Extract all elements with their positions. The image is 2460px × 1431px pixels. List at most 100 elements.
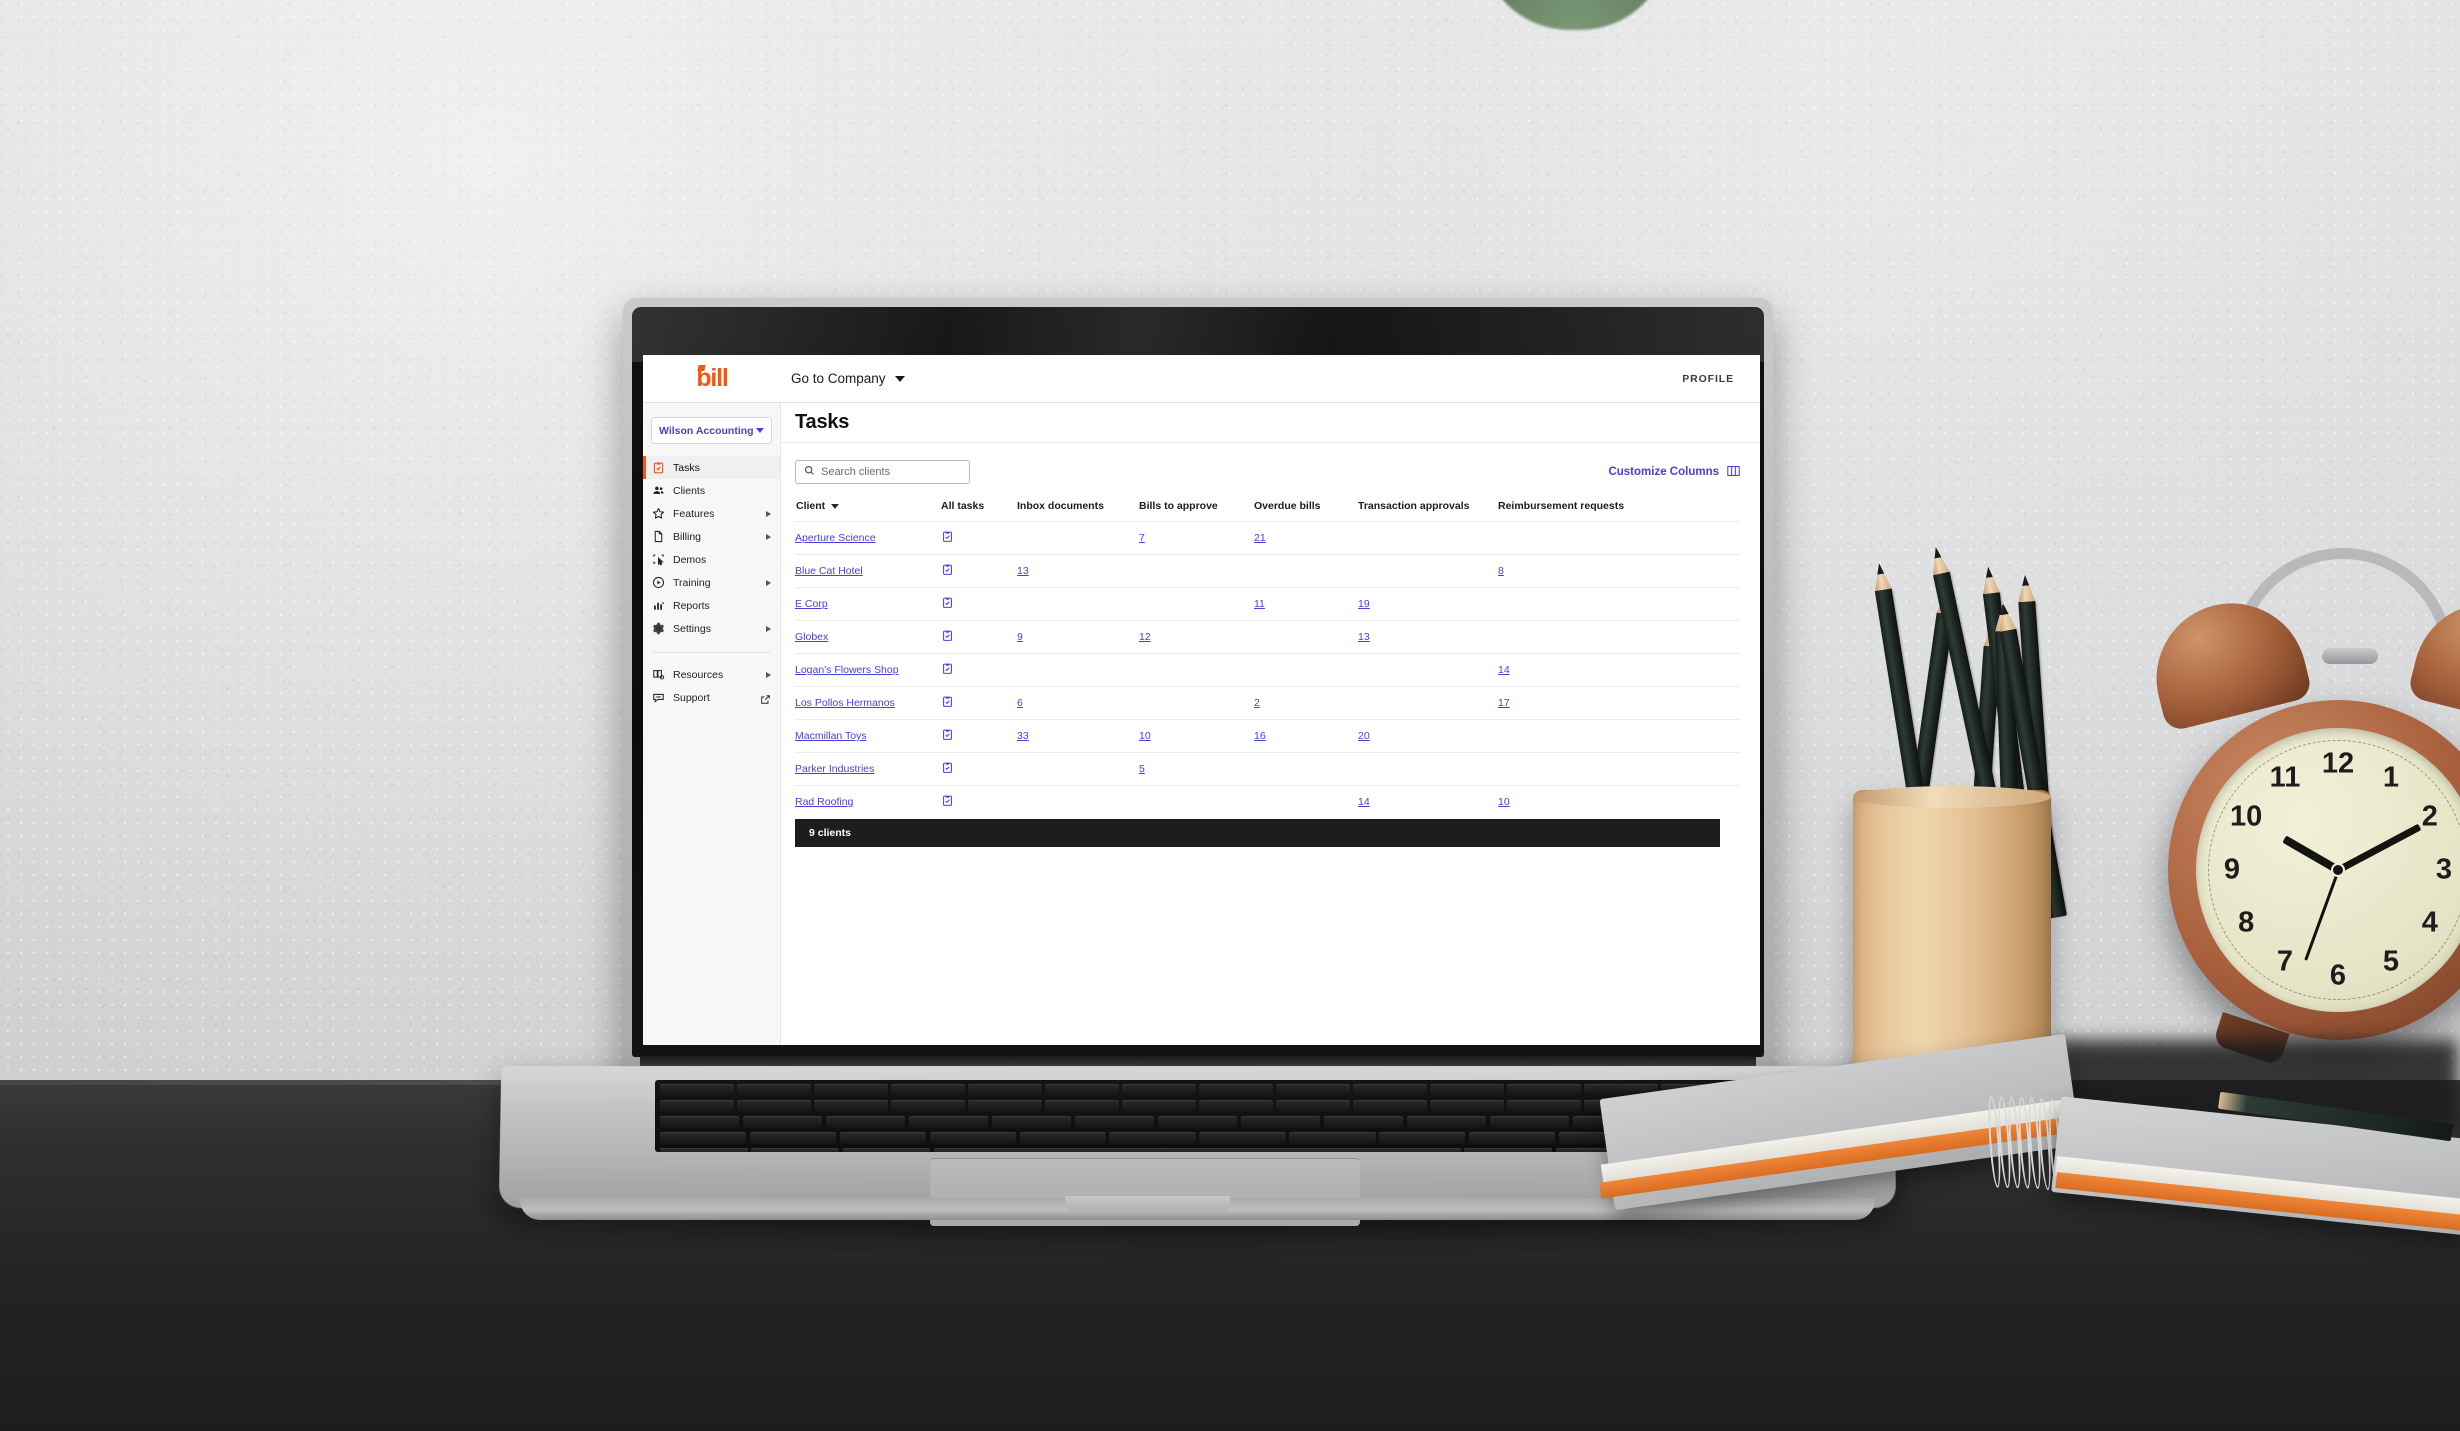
count-link[interactable]: 20 xyxy=(1358,730,1370,742)
count-link[interactable]: 21 xyxy=(1254,532,1266,544)
count-link[interactable]: 10 xyxy=(1139,730,1151,742)
count-link[interactable]: 10 xyxy=(1498,796,1510,808)
count-link[interactable]: 19 xyxy=(1358,598,1370,610)
count-link[interactable]: 8 xyxy=(1498,565,1504,577)
keyboard-key xyxy=(891,1099,965,1112)
keyboard-key xyxy=(1430,1099,1504,1112)
keyboard-key xyxy=(1122,1099,1196,1112)
bills-to-approve-cell xyxy=(1139,785,1254,819)
count-link[interactable]: 12 xyxy=(1139,631,1151,643)
column-header-inbox-documents: Inbox documents xyxy=(1017,500,1104,512)
count-link[interactable]: 6 xyxy=(1017,697,1023,709)
client-link[interactable]: Rad Roofing xyxy=(795,796,853,808)
sidebar-item-label: Billing xyxy=(673,530,702,543)
count-link[interactable]: 5 xyxy=(1139,763,1145,775)
all-tasks-cell xyxy=(941,752,1017,786)
client-link[interactable]: E Corp xyxy=(795,598,828,610)
clipboard-check-icon[interactable] xyxy=(941,695,954,708)
alarm-clock-hammer xyxy=(2322,648,2378,664)
tasks-table: Client All tasks Inbox documents Bills t… xyxy=(795,494,1740,819)
overdue-bills-cell xyxy=(1254,554,1358,588)
sidebar-item-tasks[interactable]: Tasks xyxy=(643,456,780,479)
all-tasks-cell xyxy=(941,587,1017,621)
count-link[interactable]: 17 xyxy=(1498,697,1510,709)
clipboard-check-icon[interactable] xyxy=(941,563,954,576)
client-link[interactable]: Macmillan Toys xyxy=(795,730,867,742)
table-row: Macmillan Toys 33 10 16 20 xyxy=(795,719,1740,753)
profile-menu[interactable]: PROFILE xyxy=(1682,373,1734,385)
table-header-row: Client All tasks Inbox documents Bills t… xyxy=(795,494,1740,522)
sidebar-item-training[interactable]: Training xyxy=(643,571,780,594)
column-header-client[interactable]: Client xyxy=(795,494,941,522)
clock-numeral: 11 xyxy=(2269,761,2301,794)
client-cell: Los Pollos Hermanos xyxy=(795,686,941,720)
page-title: Tasks xyxy=(795,411,850,433)
clipboard-check-icon[interactable] xyxy=(941,794,954,807)
reimbursement-requests-cell xyxy=(1498,719,1740,753)
sidebar-item-billing[interactable]: Billing xyxy=(643,525,780,548)
brand-area: bill xyxy=(643,365,781,391)
clipboard-check-icon[interactable] xyxy=(941,662,954,675)
sidebar-item-settings[interactable]: Settings xyxy=(643,617,780,640)
sidebar-item-features[interactable]: Features xyxy=(643,502,780,525)
client-link[interactable]: Blue Cat Hotel xyxy=(795,565,863,577)
table-row: Aperture Science 7 21 xyxy=(795,521,1740,555)
keyboard-key xyxy=(933,1147,1461,1152)
client-link[interactable]: Parker Industries xyxy=(795,763,874,775)
overdue-bills-cell xyxy=(1254,653,1358,687)
reimbursement-requests-cell: 10 xyxy=(1498,785,1740,819)
inbox-documents-cell xyxy=(1017,785,1139,819)
client-link[interactable]: Globex xyxy=(795,631,828,643)
count-link[interactable]: 13 xyxy=(1358,631,1370,643)
bills-to-approve-cell: 10 xyxy=(1139,719,1254,753)
keyboard-key xyxy=(814,1099,888,1112)
keyboard-key xyxy=(1507,1083,1581,1096)
sidebar-item-reports[interactable]: Reports xyxy=(643,594,780,617)
count-link[interactable]: 2 xyxy=(1254,697,1260,709)
count-link[interactable]: 13 xyxy=(1017,565,1029,577)
customize-columns-button[interactable]: Customize Columns xyxy=(1608,465,1740,480)
search-input[interactable]: Search clients xyxy=(795,460,970,484)
keyboard-key xyxy=(1379,1131,1466,1144)
keyboard-key xyxy=(1199,1131,1286,1144)
sidebar-item-label: Settings xyxy=(673,622,711,635)
clipboard-check-icon[interactable] xyxy=(941,761,954,774)
count-link[interactable]: 14 xyxy=(1358,796,1370,808)
sidebar-item-demos[interactable]: Demos xyxy=(643,548,780,571)
laptop: bill Go to Company PROFILE Wilson Accoun… xyxy=(0,0,2460,1431)
sidebar-item-clients[interactable]: Clients xyxy=(643,479,780,502)
clock-numeral: 6 xyxy=(2329,959,2347,992)
clipboard-check-icon[interactable] xyxy=(941,629,954,642)
keyboard-key xyxy=(991,1115,1072,1128)
count-link[interactable]: 11 xyxy=(1254,598,1265,610)
count-link[interactable]: 7 xyxy=(1139,532,1145,544)
org-switcher-label: Wilson Accounting xyxy=(659,424,754,437)
sidebar-item-label: Training xyxy=(673,576,711,589)
keyboard-key xyxy=(1019,1131,1106,1144)
transaction-approvals-cell xyxy=(1358,554,1498,588)
sidebar-item-resources[interactable]: Resources xyxy=(643,663,780,686)
client-link[interactable]: Aperture Science xyxy=(795,532,876,544)
clipboard-check-icon[interactable] xyxy=(941,530,954,543)
transaction-approvals-cell xyxy=(1358,521,1498,555)
books-icon xyxy=(652,668,665,681)
clipboard-check-icon[interactable] xyxy=(941,728,954,741)
client-link[interactable]: Logan's Flowers Shop xyxy=(795,664,899,676)
client-cell: Aperture Science xyxy=(795,521,941,555)
document-icon xyxy=(652,530,665,543)
sidebar-item-support[interactable]: Support xyxy=(643,686,780,709)
keyboard-key xyxy=(1157,1115,1238,1128)
count-link[interactable]: 9 xyxy=(1017,631,1023,643)
org-switcher[interactable]: Wilson Accounting xyxy=(651,417,772,444)
keyboard-key xyxy=(660,1147,748,1152)
sidebar-item-label: Features xyxy=(673,507,715,520)
chevron-down-icon xyxy=(894,375,905,382)
client-link[interactable]: Los Pollos Hermanos xyxy=(795,697,895,709)
reimbursement-requests-cell xyxy=(1498,587,1740,621)
count-link[interactable]: 16 xyxy=(1254,730,1266,742)
clipboard-check-icon[interactable] xyxy=(941,596,954,609)
go-to-company-dropdown[interactable]: Go to Company xyxy=(791,371,905,386)
count-link[interactable]: 33 xyxy=(1017,730,1029,742)
count-link[interactable]: 14 xyxy=(1498,664,1510,676)
bill-logo[interactable]: bill xyxy=(696,365,729,391)
